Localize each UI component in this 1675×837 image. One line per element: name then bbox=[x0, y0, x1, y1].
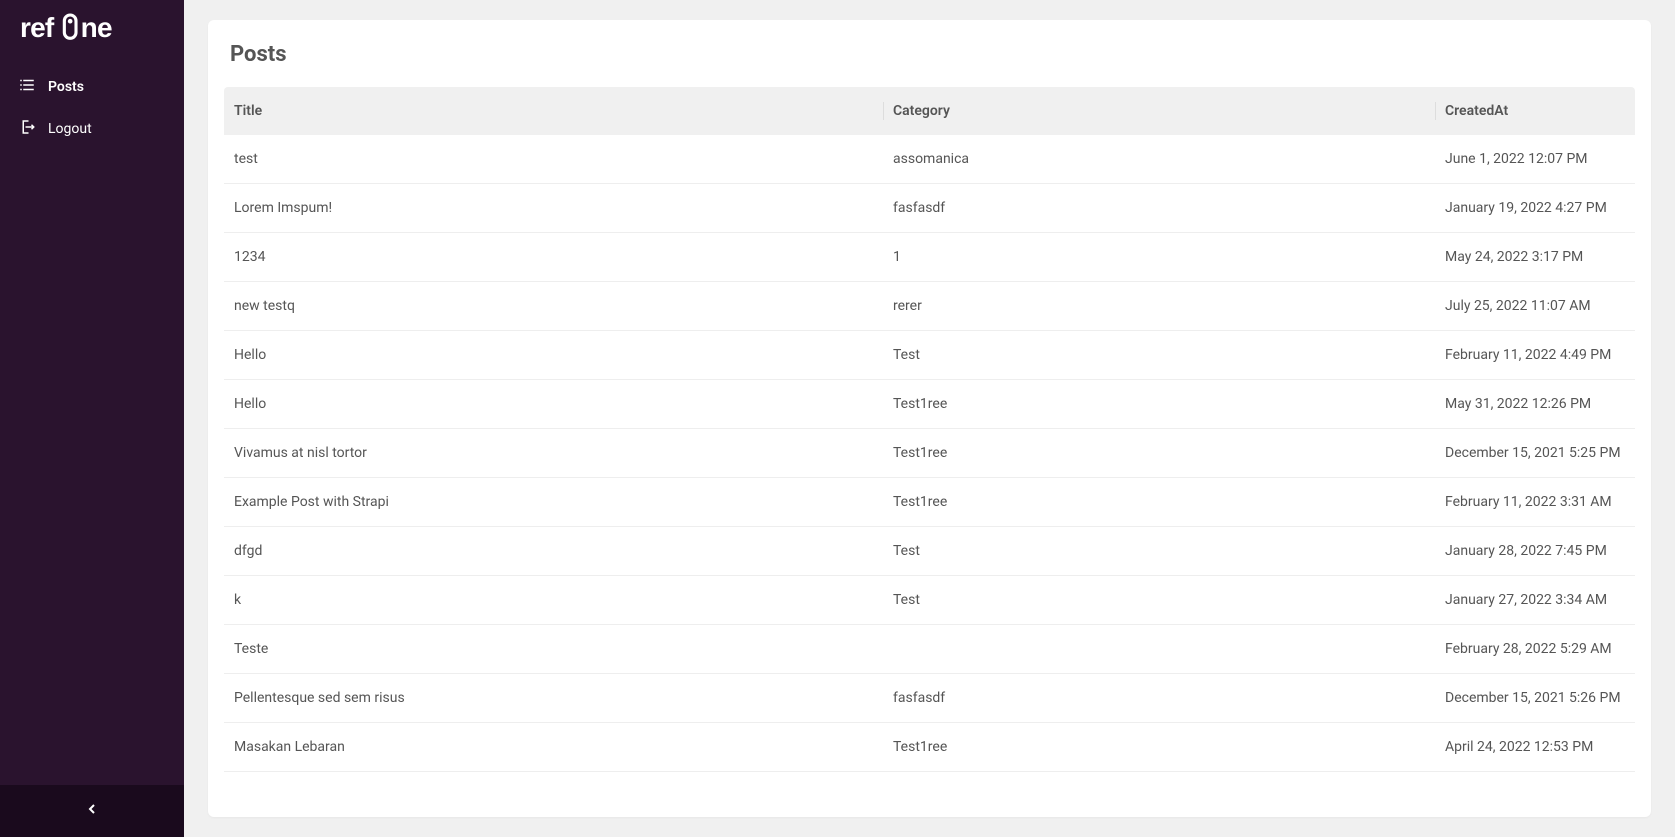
table-row[interactable]: Example Post with StrapiTest1reeFebruary… bbox=[224, 478, 1635, 527]
table-row[interactable]: HelloTestFebruary 11, 2022 4:49 PM bbox=[224, 331, 1635, 380]
cell-createdat: January 27, 2022 3:34 AM bbox=[1435, 576, 1635, 624]
cell-createdat: December 15, 2021 5:25 PM bbox=[1435, 429, 1635, 477]
cell-createdat: June 1, 2022 12:07 PM bbox=[1435, 135, 1635, 183]
cell-category: Test bbox=[883, 527, 1435, 575]
svg-text:ref: ref bbox=[20, 12, 55, 43]
column-header-category[interactable]: Category bbox=[883, 87, 1435, 135]
cell-title: Masakan Lebaran bbox=[224, 723, 883, 771]
cell-title: new testq bbox=[224, 282, 883, 330]
cell-title: Example Post with Strapi bbox=[224, 478, 883, 526]
cell-category: Test1ree bbox=[883, 380, 1435, 428]
cell-title: Hello bbox=[224, 331, 883, 379]
cell-createdat: December 15, 2021 5:26 PM bbox=[1435, 674, 1635, 722]
table-body: testassomanicaJune 1, 2022 12:07 PMLorem… bbox=[224, 135, 1635, 772]
refine-logo-icon: ref ne bbox=[20, 10, 160, 48]
sidebar: ref ne Posts Logout bbox=[0, 0, 184, 837]
cell-createdat: February 11, 2022 3:31 AM bbox=[1435, 478, 1635, 526]
posts-table: Title Category CreatedAt testassomanicaJ… bbox=[224, 87, 1635, 801]
svg-text:ne: ne bbox=[81, 12, 112, 43]
table-row[interactable]: Teste February 28, 2022 5:29 AM bbox=[224, 625, 1635, 674]
cell-category: Test1ree bbox=[883, 478, 1435, 526]
sidebar-item-logout[interactable]: Logout bbox=[0, 108, 184, 150]
table-row[interactable]: kTestJanuary 27, 2022 3:34 AM bbox=[224, 576, 1635, 625]
cell-title: 1234 bbox=[224, 233, 883, 281]
cell-createdat: February 28, 2022 5:29 AM bbox=[1435, 625, 1635, 673]
cell-createdat: January 19, 2022 4:27 PM bbox=[1435, 184, 1635, 232]
table-row[interactable]: testassomanicaJune 1, 2022 12:07 PM bbox=[224, 135, 1635, 184]
sidebar-item-label: Posts bbox=[48, 79, 84, 95]
cell-createdat: February 11, 2022 4:49 PM bbox=[1435, 331, 1635, 379]
chevron-left-icon bbox=[84, 801, 100, 821]
sidebar-collapse-button[interactable] bbox=[0, 785, 184, 837]
sidebar-nav: Posts Logout bbox=[0, 58, 184, 785]
column-header-title[interactable]: Title bbox=[224, 87, 883, 135]
cell-createdat: April 24, 2022 12:53 PM bbox=[1435, 723, 1635, 771]
cell-title: Lorem Imspum! bbox=[224, 184, 883, 232]
column-header-createdat[interactable]: CreatedAt bbox=[1435, 87, 1635, 135]
table-row[interactable]: HelloTest1reeMay 31, 2022 12:26 PM bbox=[224, 380, 1635, 429]
cell-title: k bbox=[224, 576, 883, 624]
cell-createdat: January 28, 2022 7:45 PM bbox=[1435, 527, 1635, 575]
cell-title: dfgd bbox=[224, 527, 883, 575]
table-row[interactable]: Vivamus at nisl tortorTest1reeDecember 1… bbox=[224, 429, 1635, 478]
table-row[interactable]: Pellentesque sed sem risusfasfasdfDecemb… bbox=[224, 674, 1635, 723]
cell-category: Test1ree bbox=[883, 429, 1435, 477]
cell-category bbox=[883, 625, 1435, 673]
table-row[interactable]: dfgdTestJanuary 28, 2022 7:45 PM bbox=[224, 527, 1635, 576]
table-row[interactable]: new testqrererJuly 25, 2022 11:07 AM bbox=[224, 282, 1635, 331]
cell-createdat: May 31, 2022 12:26 PM bbox=[1435, 380, 1635, 428]
table-row[interactable]: 12341May 24, 2022 3:17 PM bbox=[224, 233, 1635, 282]
cell-category: Test bbox=[883, 576, 1435, 624]
main-content: Posts Title Category CreatedAt testassom… bbox=[184, 0, 1675, 837]
table-row[interactable]: Masakan LebaranTest1reeApril 24, 2022 12… bbox=[224, 723, 1635, 772]
cell-category: Test bbox=[883, 331, 1435, 379]
sidebar-item-posts[interactable]: Posts bbox=[0, 66, 184, 108]
cell-title: Teste bbox=[224, 625, 883, 673]
list-icon bbox=[18, 76, 36, 98]
cell-title: test bbox=[224, 135, 883, 183]
sidebar-item-label: Logout bbox=[48, 121, 92, 137]
cell-createdat: July 25, 2022 11:07 AM bbox=[1435, 282, 1635, 330]
cell-category: fasfasdf bbox=[883, 184, 1435, 232]
cell-title: Hello bbox=[224, 380, 883, 428]
page-title: Posts bbox=[230, 42, 1635, 67]
table-header: Title Category CreatedAt bbox=[224, 87, 1635, 135]
cell-category: rerer bbox=[883, 282, 1435, 330]
cell-category: assomanica bbox=[883, 135, 1435, 183]
cell-title: Pellentesque sed sem risus bbox=[224, 674, 883, 722]
cell-title: Vivamus at nisl tortor bbox=[224, 429, 883, 477]
cell-category: 1 bbox=[883, 233, 1435, 281]
posts-card: Posts Title Category CreatedAt testassom… bbox=[208, 20, 1651, 817]
cell-category: Test1ree bbox=[883, 723, 1435, 771]
brand-logo[interactable]: ref ne bbox=[0, 0, 184, 58]
cell-createdat: May 24, 2022 3:17 PM bbox=[1435, 233, 1635, 281]
table-row[interactable]: Lorem Imspum!fasfasdfJanuary 19, 2022 4:… bbox=[224, 184, 1635, 233]
cell-category: fasfasdf bbox=[883, 674, 1435, 722]
logout-icon bbox=[18, 118, 36, 140]
